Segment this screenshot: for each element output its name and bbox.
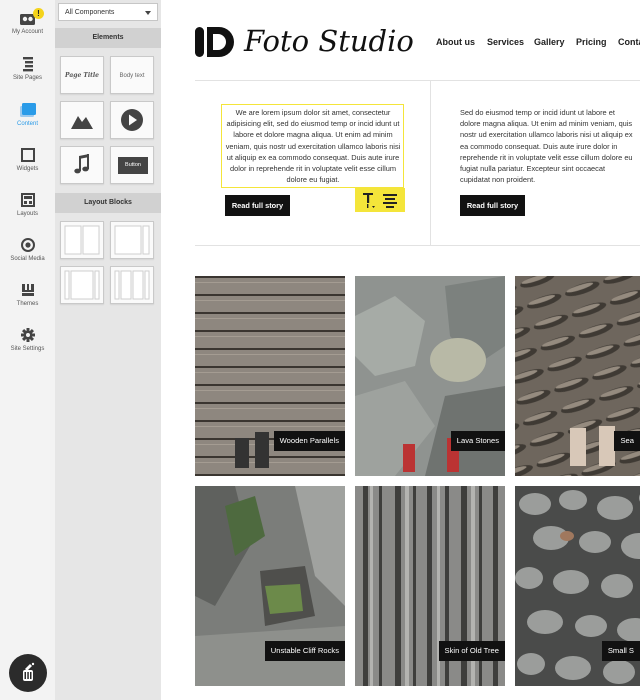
section-divider xyxy=(195,245,640,246)
intro-text-col1[interactable]: We are lorem ipsum dolor sit amet, conse… xyxy=(225,107,401,185)
gallery-item[interactable]: Skin of Old Tree xyxy=(355,486,505,686)
rocket-icon xyxy=(23,662,35,681)
three-column-layout-icon xyxy=(114,270,150,300)
tile-button[interactable]: Button xyxy=(110,146,154,184)
gallery-item[interactable]: Sea xyxy=(515,276,640,476)
music-icon xyxy=(74,154,89,174)
photo-caption: Small S xyxy=(601,641,640,661)
rail-themes[interactable]: Themes xyxy=(0,282,55,307)
brand-logo-icon xyxy=(195,27,234,57)
tile-page-title-label: Page Title xyxy=(65,72,99,79)
component-filter-value: All Components xyxy=(65,9,115,16)
rail-label-social-media: Social Media xyxy=(10,256,45,262)
two-column-layout-icon xyxy=(64,225,100,255)
image-icon xyxy=(71,116,93,129)
gallery-item[interactable]: Wooden Parallels xyxy=(195,276,345,476)
publish-button[interactable] xyxy=(9,654,47,692)
layout-block-center[interactable] xyxy=(60,266,104,304)
settings-icon xyxy=(20,328,35,342)
main-sidebar-layout-icon xyxy=(114,225,150,255)
rail-label-my-account: My Account xyxy=(11,29,43,35)
layout-blocks-heading: Layout Blocks xyxy=(55,193,161,213)
text-size-icon[interactable] xyxy=(361,191,377,209)
themes-icon xyxy=(21,284,34,296)
text-edit-toolbar xyxy=(355,188,405,212)
video-icon xyxy=(121,109,143,131)
rail-my-account[interactable]: ! My Account xyxy=(0,8,55,35)
rail-layouts[interactable]: Layouts xyxy=(0,192,55,217)
brand-name: Foto Studio xyxy=(244,24,414,58)
tile-body-text[interactable]: Body text xyxy=(110,56,154,94)
gallery-item[interactable]: Unstable Cliff Rocks xyxy=(195,486,345,686)
nav-services[interactable]: Services xyxy=(487,37,524,47)
widgets-icon xyxy=(20,148,35,162)
component-filter-select[interactable]: All Components xyxy=(58,3,158,21)
nav-pricing[interactable]: Pricing xyxy=(576,37,607,47)
photo-caption: Skin of Old Tree xyxy=(438,641,505,661)
components-panel: All Components Elements Page Title Body … xyxy=(55,0,162,700)
layout-block-three-column[interactable] xyxy=(110,266,154,304)
rail-social-media[interactable]: Social Media xyxy=(0,237,55,262)
intro-text-col2[interactable]: Sed do eiusmod temp or incid idunt ut la… xyxy=(460,107,636,185)
chevron-down-icon xyxy=(145,11,151,15)
layout-block-two-column[interactable] xyxy=(60,221,104,259)
rail-label-widgets: Widgets xyxy=(16,166,39,172)
layouts-icon xyxy=(20,193,35,207)
rail-label-themes: Themes xyxy=(16,301,39,307)
rail-content[interactable]: Content xyxy=(0,102,55,127)
gallery-item[interactable]: Small S xyxy=(515,486,640,686)
rail-widgets[interactable]: Widgets xyxy=(0,147,55,172)
social-icon xyxy=(20,238,35,252)
header-divider xyxy=(195,80,640,81)
left-icon-rail: ! My Account Site Pages Content Widgets … xyxy=(0,0,56,700)
read-full-story-button-1[interactable]: Read full story xyxy=(225,195,290,216)
photo-caption: Wooden Parallels xyxy=(273,431,345,451)
column-divider xyxy=(430,81,431,245)
notification-badge: ! xyxy=(33,8,44,19)
tile-page-title[interactable]: Page Title xyxy=(60,56,104,94)
photo-caption: Unstable Cliff Rocks xyxy=(264,641,345,661)
pages-icon xyxy=(22,57,33,72)
tile-body-text-label: Body text xyxy=(119,73,145,79)
tile-video[interactable] xyxy=(110,101,154,139)
gallery-item[interactable]: Lava Stones xyxy=(355,276,505,476)
tile-image[interactable] xyxy=(60,101,104,139)
rail-label-content: Content xyxy=(16,121,38,127)
rail-label-site-pages: Site Pages xyxy=(12,75,43,81)
elements-heading: Elements xyxy=(55,28,161,48)
tile-button-label: Button xyxy=(118,157,148,174)
rail-label-layouts: Layouts xyxy=(16,211,38,217)
tile-audio[interactable] xyxy=(60,146,104,184)
layout-block-main-sidebar[interactable] xyxy=(110,221,154,259)
site-canvas: Foto Studio About us Services Gallery Pr… xyxy=(161,0,640,700)
rail-site-pages[interactable]: Site Pages xyxy=(0,56,55,81)
nav-contact[interactable]: Contact xyxy=(618,37,640,47)
content-icon xyxy=(19,103,36,117)
text-align-icon[interactable] xyxy=(382,193,398,209)
nav-about-us[interactable]: About us xyxy=(436,37,475,47)
rail-label-site-settings: Site Settings xyxy=(10,346,45,352)
center-layout-icon xyxy=(64,270,100,300)
rail-site-settings[interactable]: Site Settings xyxy=(0,327,55,352)
photo-caption: Sea xyxy=(614,431,640,451)
read-full-story-button-2[interactable]: Read full story xyxy=(460,195,525,216)
nav-gallery[interactable]: Gallery xyxy=(534,37,565,47)
photo-caption: Lava Stones xyxy=(450,431,505,451)
